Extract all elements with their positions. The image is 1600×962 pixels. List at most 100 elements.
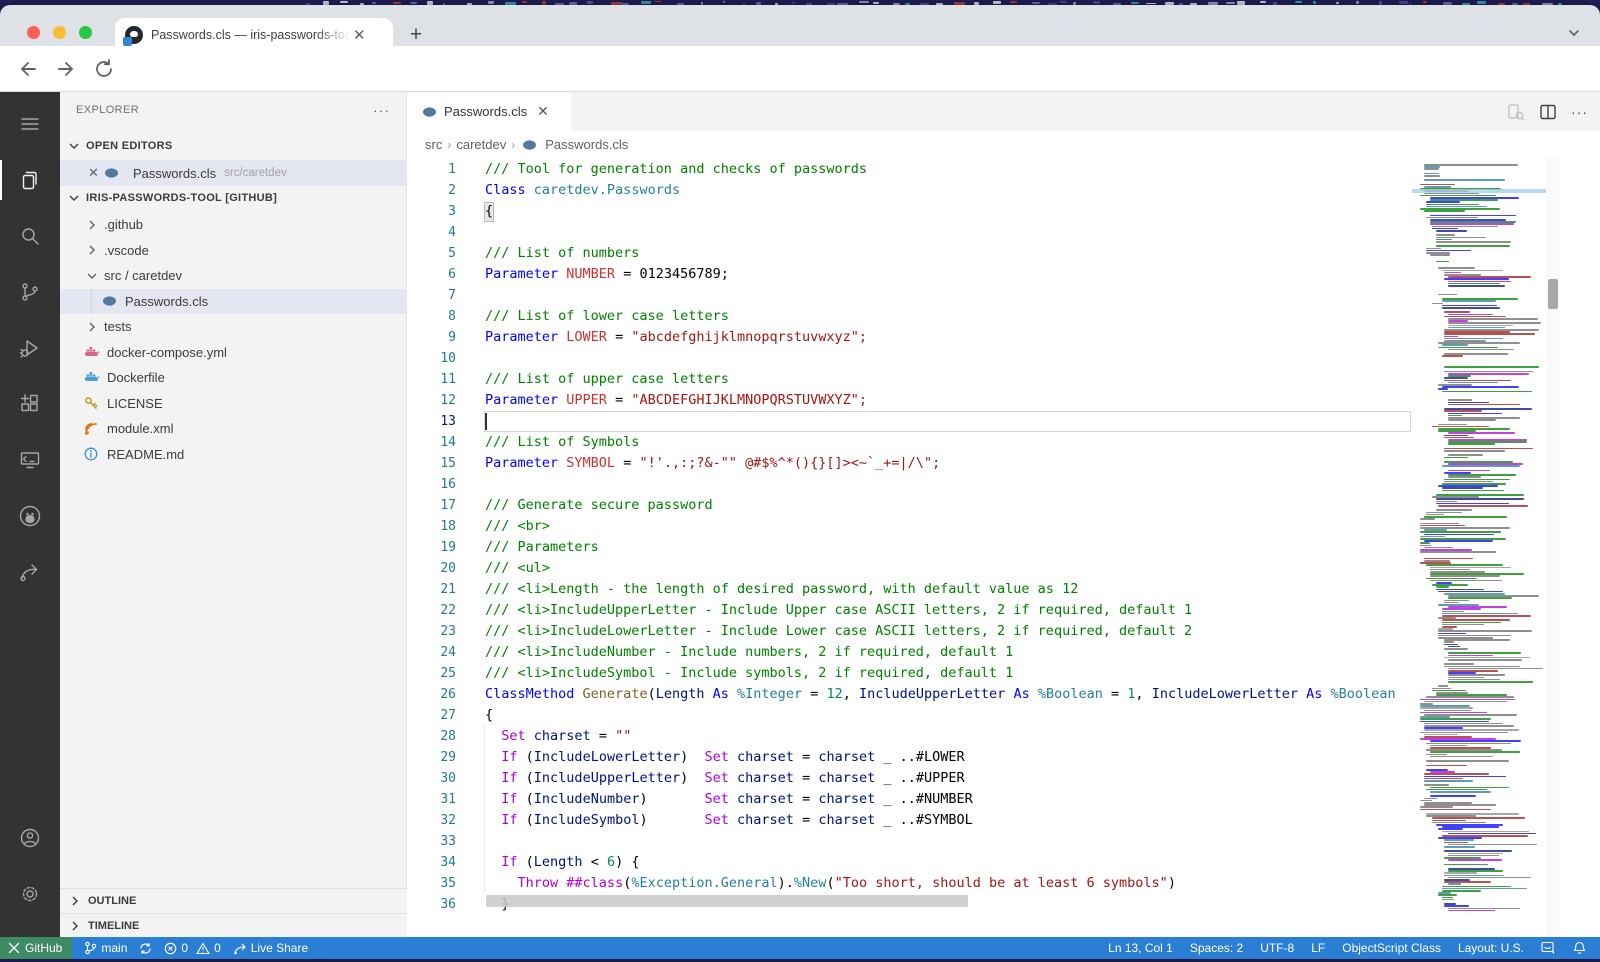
split-editor-icon[interactable] (1539, 103, 1557, 121)
status-item-1[interactable]: Spaces: 2 (1190, 941, 1243, 955)
code-line[interactable]: 9Parameter LOWER = "abcdefghijklmnopqrst… (408, 327, 1412, 348)
notifications-bell-icon[interactable] (1573, 941, 1586, 955)
code-line[interactable]: 19/// Parameters (408, 537, 1412, 558)
status-item-4[interactable]: ObjectScript Class (1342, 941, 1441, 955)
code-line[interactable]: 3{ (408, 201, 1412, 222)
code-line[interactable]: 14/// List of Symbols (408, 432, 1412, 453)
window-zoom-button[interactable] (79, 26, 92, 39)
back-button[interactable] (16, 57, 40, 81)
scrollbar-thumb[interactable] (1548, 279, 1558, 309)
live-share-activity-icon[interactable] (0, 548, 60, 596)
code-line[interactable]: 20/// <ul> (408, 558, 1412, 579)
code-line[interactable]: 6Parameter NUMBER = 0123456789; (408, 264, 1412, 285)
line-number: 9 (408, 327, 456, 348)
code-line[interactable]: 13 (408, 411, 1412, 432)
code-line[interactable]: 1/// Tool for generation and checks of p… (408, 159, 1412, 180)
code-line[interactable]: 27{ (408, 705, 1412, 726)
extensions-activity-icon[interactable] (0, 380, 60, 428)
tree-item-module-xml[interactable]: module.xml (60, 416, 407, 442)
code-line[interactable]: 17/// Generate secure password (408, 495, 1412, 516)
timeline-section-header[interactable]: TIMELINE (60, 913, 407, 938)
code-line[interactable]: 7 (408, 285, 1412, 306)
tab-close-icon[interactable]: ✕ (353, 26, 366, 44)
status-item-3[interactable]: LF (1311, 941, 1325, 955)
code-line[interactable]: 28 Set charset = "" (408, 726, 1412, 747)
tree-item--vscode[interactable]: .vscode (60, 238, 407, 264)
tree-item-src-caretdev[interactable]: src / caretdev (60, 263, 407, 289)
status-item-5[interactable]: Layout: U.S. (1458, 941, 1524, 955)
breadcrumb-item-src[interactable]: src (425, 137, 442, 152)
explorer-more-actions-icon[interactable]: ··· (373, 102, 390, 118)
code-line[interactable]: 16 (408, 474, 1412, 495)
menu-activity-icon[interactable] (0, 100, 60, 148)
live-share-button[interactable]: Live Share (233, 941, 308, 955)
tab-search-chevron-icon[interactable] (1566, 25, 1582, 41)
accounts-activity-icon[interactable] (0, 814, 60, 862)
code-line[interactable]: 30 If (IncludeUpperLetter) Set charset =… (408, 768, 1412, 789)
code-line[interactable]: 10 (408, 348, 1412, 369)
code-line[interactable]: 23/// <li>IncludeLowerLetter - Include L… (408, 621, 1412, 642)
code-line[interactable]: 25/// <li>IncludeSymbol - Include symbol… (408, 663, 1412, 684)
breadcrumb-item-file[interactable]: Passwords.cls (545, 137, 628, 152)
code-line[interactable]: 12Parameter UPPER = "ABCDEFGHIJKLMNOPQRS… (408, 390, 1412, 411)
tree-item-dockerfile[interactable]: Dockerfile (60, 365, 407, 391)
code-line[interactable]: 4 (408, 222, 1412, 243)
code-line[interactable]: 26ClassMethod Generate(Length As %Intege… (408, 684, 1412, 705)
github-activity-icon[interactable] (0, 492, 60, 540)
window-minimize-button[interactable] (53, 26, 66, 39)
tree-item-docker-compose-yml[interactable]: docker-compose.yml (60, 340, 407, 366)
problems-indicator[interactable]: 0 0 (164, 941, 220, 955)
background-text-fleck (1313, 1, 1316, 4)
open-editors-section-header[interactable]: OPEN EDITORS (60, 134, 407, 158)
tree-item-passwords-cls[interactable]: Passwords.cls (60, 289, 407, 315)
horizontal-scrollbar[interactable] (486, 895, 968, 907)
outline-section-header[interactable]: OUTLINE (60, 888, 407, 913)
code-line[interactable]: 21/// <li>Length - the length of desired… (408, 579, 1412, 600)
code-line[interactable]: 34 If (Length < 6) { (408, 852, 1412, 873)
forward-button[interactable] (54, 57, 78, 81)
code-line[interactable]: 11/// List of upper case letters (408, 369, 1412, 390)
code-line[interactable]: 2Class caretdev.Passwords (408, 180, 1412, 201)
tree-item-tests[interactable]: tests (60, 314, 407, 340)
tree-item--github[interactable]: .github (60, 212, 407, 238)
tree-item-readme-md[interactable]: README.md (60, 442, 407, 468)
minimap[interactable] (1412, 158, 1546, 937)
editor-more-actions-icon[interactable]: ··· (1571, 104, 1588, 120)
code-line[interactable]: 24/// <li>IncludeNumber - Include number… (408, 642, 1412, 663)
open-editor-item[interactable]: ✕ Passwords.cls src/caretdev (60, 160, 407, 186)
settings-activity-icon[interactable] (0, 870, 60, 918)
editor-tab-close-icon[interactable]: ✕ (537, 103, 549, 120)
window-close-button[interactable] (27, 26, 40, 39)
status-item-2[interactable]: UTF-8 (1260, 941, 1294, 955)
close-editor-icon[interactable]: ✕ (88, 165, 104, 181)
source-control-activity-icon[interactable] (0, 268, 60, 316)
tree-item-label: Passwords.cls (125, 294, 208, 309)
code-line[interactable]: 15Parameter SYMBOL = "!'.,:;?&-"" @#$%^*… (408, 453, 1412, 474)
code-line[interactable]: 22/// <li>IncludeUpperLetter - Include U… (408, 600, 1412, 621)
code-line[interactable]: 18/// <br> (408, 516, 1412, 537)
code-line[interactable]: 29 If (IncludeLowerLetter) Set charset =… (408, 747, 1412, 768)
feedback-icon[interactable] (1541, 941, 1556, 955)
code-line[interactable]: 32 If (IncludeSymbol) Set charset = char… (408, 810, 1412, 831)
code-line[interactable]: 33 (408, 831, 1412, 852)
remote-indicator[interactable]: GitHub (0, 937, 72, 959)
editor-tab[interactable]: Passwords.cls ✕ (408, 92, 571, 131)
code-editor[interactable]: 1/// Tool for generation and checks of p… (408, 158, 1412, 937)
branch-indicator[interactable]: main (84, 941, 127, 955)
explorer-activity-icon[interactable] (0, 156, 60, 204)
open-changes-icon[interactable] (1507, 103, 1525, 121)
code-line[interactable]: 31 If (IncludeNumber) Set charset = char… (408, 789, 1412, 810)
vertical-scrollbar[interactable] (1546, 158, 1560, 937)
code-line[interactable]: 5/// List of numbers (408, 243, 1412, 264)
run-debug-activity-icon[interactable] (0, 324, 60, 372)
remote-explorer-activity-icon[interactable] (0, 436, 60, 484)
breadcrumb-item-caretdev[interactable]: caretdev (456, 137, 506, 152)
code-line[interactable]: 8/// List of lower case letters (408, 306, 1412, 327)
reload-button[interactable] (92, 57, 116, 81)
sync-button[interactable] (139, 942, 152, 955)
status-item-0[interactable]: Ln 13, Col 1 (1108, 941, 1173, 955)
search-activity-icon[interactable] (0, 212, 60, 260)
code-line[interactable]: 35 Throw ##class(%Exception.General).%Ne… (408, 873, 1412, 894)
project-section-header[interactable]: IRIS-PASSWORDS-TOOL [GITHUB] (60, 186, 407, 210)
tree-item-license[interactable]: LICENSE (60, 391, 407, 417)
